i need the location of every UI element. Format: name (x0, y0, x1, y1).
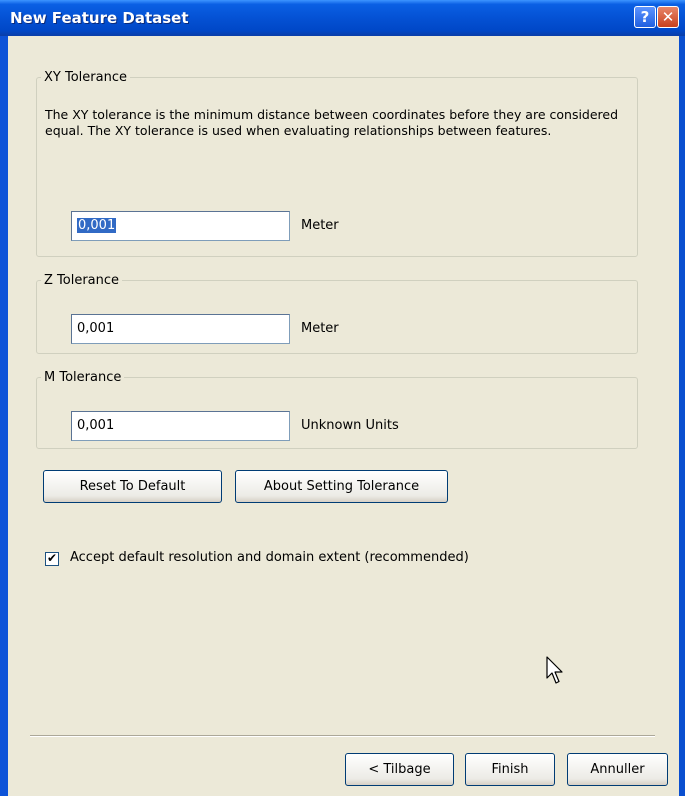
finish-button[interactable]: Finish (465, 753, 555, 786)
xy-tolerance-description: The XY tolerance is the minimum distance… (45, 107, 619, 138)
reset-to-default-button[interactable]: Reset To Default (43, 470, 222, 503)
m-tolerance-group: M Tolerance 0,001 Unknown Units (36, 370, 638, 449)
title-bar[interactable]: New Feature Dataset ? ✕ (0, 0, 685, 36)
z-tolerance-legend: Z Tolerance (44, 273, 120, 288)
accept-default-checkbox[interactable]: ✔ (45, 552, 59, 566)
xy-tolerance-input[interactable]: 0,001 (71, 211, 290, 241)
window-title: New Feature Dataset (10, 9, 189, 27)
xy-tolerance-legend: XY Tolerance (44, 70, 127, 85)
z-tolerance-input[interactable]: 0,001 (71, 314, 290, 344)
z-tolerance-group: Z Tolerance 0,001 Meter (36, 273, 638, 354)
about-setting-tolerance-button[interactable]: About Setting Tolerance (235, 470, 448, 503)
xy-tolerance-value: 0,001 (77, 218, 117, 233)
footer-divider (30, 735, 655, 737)
accept-default-label[interactable]: Accept default resolution and domain ext… (70, 550, 469, 565)
xy-tolerance-group: XY Tolerance The XY tolerance is the min… (36, 70, 638, 257)
m-tolerance-legend: M Tolerance (44, 370, 122, 385)
cancel-button[interactable]: Annuller (567, 753, 668, 786)
m-unit-label: Unknown Units (301, 418, 399, 433)
xy-unit-label: Meter (301, 218, 339, 233)
window-right-border (679, 36, 685, 796)
dialog-window: New Feature Dataset ? ✕ XY Tolerance The… (0, 0, 685, 796)
z-unit-label: Meter (301, 321, 339, 336)
help-icon[interactable]: ? (634, 6, 656, 28)
close-icon[interactable]: ✕ (657, 6, 679, 28)
m-tolerance-value: 0,001 (77, 418, 115, 433)
z-tolerance-value: 0,001 (77, 321, 115, 336)
window-left-border (0, 36, 8, 796)
back-button[interactable]: < Tilbage (345, 753, 454, 786)
m-tolerance-input[interactable]: 0,001 (71, 411, 290, 441)
mouse-cursor-icon (546, 656, 563, 684)
